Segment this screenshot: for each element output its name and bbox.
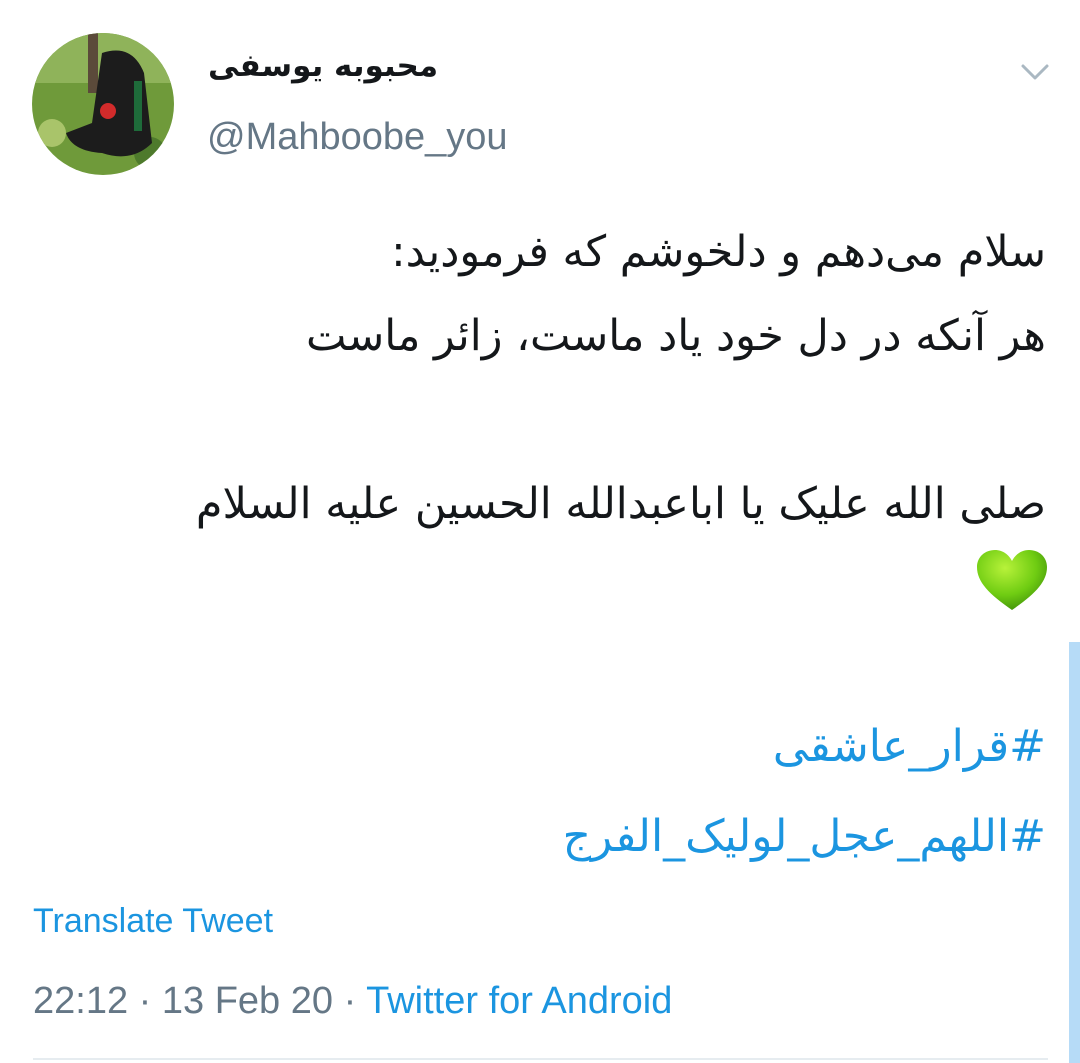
hashtag-link[interactable]: #قرار_عاشقی: [563, 702, 1046, 792]
tweet-line: صلی الله علیک یا اباعبدالله الحسین علیه …: [195, 479, 1046, 529]
tweet-source-link[interactable]: Twitter for Android: [366, 980, 672, 1022]
avatar-photo-icon: [32, 33, 174, 175]
user-handle[interactable]: @Mahboobe_you: [207, 116, 508, 159]
hashtags: #قرار_عاشقی #اللهم_عجل_لولیک_الفرج: [563, 702, 1046, 882]
hashtag-link[interactable]: #اللهم_عجل_لولیک_الفرج: [563, 792, 1046, 882]
chevron-down-icon[interactable]: [1018, 58, 1052, 86]
tweet-time: 22:12: [33, 980, 129, 1022]
meta-separator: ·: [343, 980, 357, 1022]
divider: [33, 1058, 1048, 1060]
avatar[interactable]: [32, 33, 174, 175]
display-name[interactable]: محبوبه یوسفی: [208, 48, 438, 84]
scroll-indicator[interactable]: [1069, 642, 1080, 1063]
tweet-line: سلام می‌دهم و دلخوشم که فرمودید:: [391, 227, 1046, 277]
tweet-line: هر آنکه در دل خود یاد ماست، زائر ماست: [306, 311, 1046, 361]
tweet-meta: 22:12 · 13 Feb 20 · Twitter for Android: [33, 980, 672, 1023]
green-heart-icon: [977, 550, 1047, 610]
meta-separator: ·: [138, 980, 152, 1022]
translate-tweet-link[interactable]: Translate Tweet: [33, 902, 273, 941]
tweet-date: 13 Feb 20: [161, 980, 334, 1022]
tweet-text: سلام می‌دهم و دلخوشم که فرمودید: هر آنکه…: [36, 210, 1046, 546]
